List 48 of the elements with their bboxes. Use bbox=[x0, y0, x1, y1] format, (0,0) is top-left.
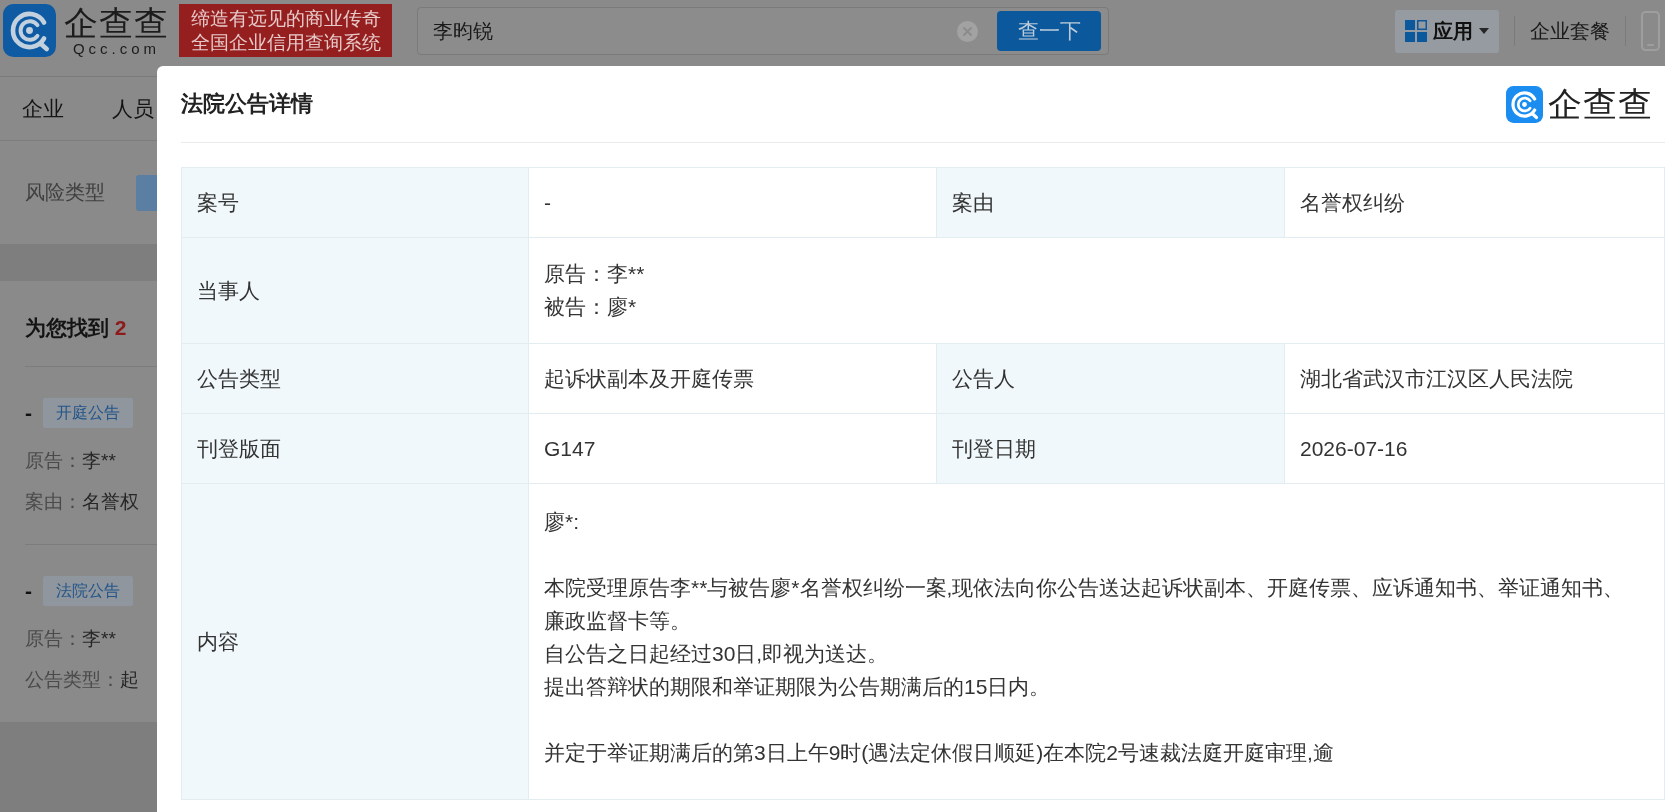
field-value: 名誉权纠纷 bbox=[1300, 190, 1405, 216]
results-summary: 为您找到 2 bbox=[25, 315, 127, 341]
field-value: 本院受理原告李**与被告廖*名誉权纠纷一案,现依法向你公告送达起诉状副本、开庭传票、应诉通知书、举证通知书、 bbox=[544, 575, 1625, 601]
field-value: 廖*: bbox=[544, 509, 579, 535]
filter-label: 风险类型 bbox=[25, 180, 105, 205]
field-label: 案号 bbox=[182, 168, 529, 238]
field-value: 湖北省武汉市江汉区人民法院 bbox=[1300, 366, 1573, 392]
field-value: 提出答辩状的期限和举证期限为公告期满后的15日内。 bbox=[544, 674, 1051, 700]
field-label: 公告类型 bbox=[182, 344, 529, 414]
slogan-text: 全国企业信用查询系统 bbox=[190, 30, 381, 55]
field-value: 并定于举证期满后的第3日上午9时(遇法定休假日顺延)在本院2号速裁法庭开庭审理,逾 bbox=[544, 740, 1334, 766]
search-field[interactable]: 李昀锐 查一下 bbox=[417, 7, 1109, 55]
result-detail: 原告：李** bbox=[25, 449, 116, 473]
field-label: 当事人 bbox=[182, 238, 529, 344]
nav-link[interactable]: 企业套餐 bbox=[1530, 17, 1610, 45]
result-detail: 公告类型：起 bbox=[25, 668, 139, 692]
nav-tab[interactable]: 企业 bbox=[22, 94, 64, 123]
category-tag: 法院公告 bbox=[43, 576, 133, 606]
field-value: 被告：廖* bbox=[544, 294, 637, 320]
field-value: - bbox=[544, 190, 551, 216]
field-value: 起诉状副本及开庭传票 bbox=[544, 366, 754, 392]
field-value: 2026-07-16 bbox=[1300, 436, 1408, 462]
modal-title: 法院公告详情 bbox=[181, 90, 313, 118]
logo-domain: Qcc.com bbox=[72, 40, 161, 57]
logo-text: 企查查 bbox=[64, 4, 169, 41]
list-dash: - bbox=[25, 579, 32, 603]
logo-icon[interactable] bbox=[3, 4, 56, 57]
result-detail: 案由：名誉权 bbox=[25, 490, 139, 514]
logo-text: 企查查 bbox=[1548, 84, 1653, 124]
field-value: 原告：李** bbox=[544, 261, 645, 287]
field-label: 刊登日期 bbox=[937, 414, 1285, 484]
caret-icon bbox=[1479, 28, 1489, 34]
nav-tab[interactable]: 人员 bbox=[112, 94, 154, 123]
apps-menu-button[interactable]: 应用 bbox=[1395, 9, 1499, 53]
field-value: G147 bbox=[544, 436, 596, 462]
grid-icon bbox=[1405, 20, 1427, 42]
field-label: 内容 bbox=[182, 484, 529, 800]
category-tag: 开庭公告 bbox=[43, 398, 133, 428]
field-label: 案由 bbox=[937, 168, 1285, 238]
result-detail: 原告：李** bbox=[25, 627, 116, 651]
field-label: 刊登版面 bbox=[182, 414, 529, 484]
field-value: 廉政监督卡等。 bbox=[544, 608, 691, 634]
search-button[interactable]: 查一下 bbox=[997, 11, 1101, 51]
field-value: 自公告之日起经过30日,即视为送达。 bbox=[544, 641, 889, 667]
slogan-text: 缔造有远见的商业传奇 bbox=[190, 6, 381, 31]
list-dash: - bbox=[25, 401, 32, 425]
field-label: 公告人 bbox=[937, 344, 1285, 414]
logo-icon bbox=[1506, 85, 1543, 123]
